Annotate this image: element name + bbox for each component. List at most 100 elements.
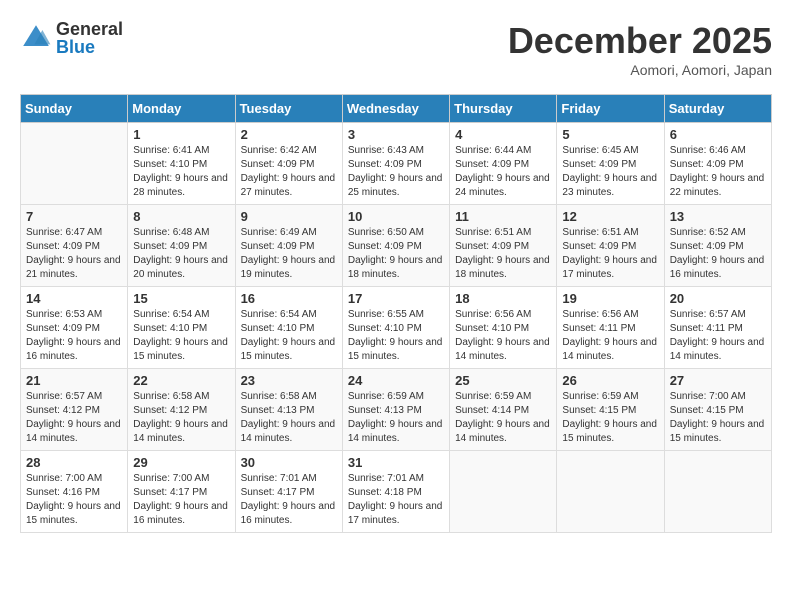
day-info: Sunrise: 6:56 AMSunset: 4:10 PMDaylight:… — [455, 308, 551, 364]
calendar-cell — [450, 451, 557, 533]
calendar-cell: 8 Sunrise: 6:48 AMSunset: 4:09 PMDaylight… — [128, 205, 235, 287]
logo-blue: Blue — [56, 38, 123, 56]
day-info: Sunrise: 6:58 AMSunset: 4:13 PMDaylight:… — [241, 390, 337, 446]
calendar-cell: 31Sunrise: 7:01 AMSunset: 4:18 PMDayligh… — [342, 451, 449, 533]
calendar-cell: 24Sunrise: 6:59 AMSunset: 4:13 PMDayligh… — [342, 369, 449, 451]
calendar-cell — [557, 451, 664, 533]
calendar-table: SundayMondayTuesdayWednesdayThursdayFrid… — [20, 94, 772, 533]
day-number: 20 — [670, 291, 766, 306]
day-info: Sunrise: 6:43 AMSunset: 4:09 PMDaylight:… — [348, 144, 444, 200]
calendar-week-row: 7 Sunrise: 6:47 AMSunset: 4:09 PMDaylight… — [21, 205, 772, 287]
calendar-cell: 27 Sunrise: 7:00 AMSunset: 4:15 PMDayligh… — [664, 369, 771, 451]
day-number: 16 — [241, 291, 337, 306]
day-number: 23 — [241, 373, 337, 388]
day-number: 5 — [562, 127, 658, 142]
calendar-cell: 2Sunrise: 6:42 AMSunset: 4:09 PMDaylight… — [235, 123, 342, 205]
page-header: General Blue December 2025 Aomori, Aomor… — [20, 20, 772, 78]
day-info: Sunrise: 6:59 AMSunset: 4:14 PMDaylight:… — [455, 390, 551, 446]
calendar-cell: 25 Sunrise: 6:59 AMSunset: 4:14 PMDayligh… — [450, 369, 557, 451]
day-info: Sunrise: 6:57 AMSunset: 4:12 PMDaylight:… — [26, 390, 122, 446]
calendar-cell: 29 Sunrise: 7:00 AMSunset: 4:17 PMDayligh… — [128, 451, 235, 533]
day-number: 17 — [348, 291, 444, 306]
day-info: Sunrise: 6:51 AMSunset: 4:09 PMDaylight:… — [562, 226, 658, 282]
day-info: Sunrise: 6:54 AMSunset: 4:10 PMDaylight:… — [241, 308, 337, 364]
day-info: Sunrise: 7:00 AMSunset: 4:15 PMDaylight:… — [670, 390, 766, 446]
day-info: Sunrise: 6:57 AMSunset: 4:11 PMDaylight:… — [670, 308, 766, 364]
day-info: Sunrise: 6:51 AMSunset: 4:09 PMDaylight:… — [455, 226, 551, 282]
weekday-header: Thursday — [450, 95, 557, 123]
day-number: 9 — [241, 209, 337, 224]
weekday-header: Tuesday — [235, 95, 342, 123]
calendar-week-row: 28 Sunrise: 7:00 AMSunset: 4:16 PMDayligh… — [21, 451, 772, 533]
day-number: 13 — [670, 209, 766, 224]
calendar-cell: 7 Sunrise: 6:47 AMSunset: 4:09 PMDaylight… — [21, 205, 128, 287]
calendar-cell: 17 Sunrise: 6:55 AMSunset: 4:10 PMDayligh… — [342, 287, 449, 369]
day-info: Sunrise: 6:48 AMSunset: 4:09 PMDaylight:… — [133, 226, 229, 282]
logo: General Blue — [20, 20, 123, 56]
day-number: 26 — [562, 373, 658, 388]
day-info: Sunrise: 6:52 AMSunset: 4:09 PMDaylight:… — [670, 226, 766, 282]
day-info: Sunrise: 7:00 AMSunset: 4:17 PMDaylight:… — [133, 472, 229, 528]
day-number: 3 — [348, 127, 444, 142]
day-number: 8 — [133, 209, 229, 224]
calendar-cell: 12 Sunrise: 6:51 AMSunset: 4:09 PMDayligh… — [557, 205, 664, 287]
weekday-header: Friday — [557, 95, 664, 123]
day-number: 29 — [133, 455, 229, 470]
day-info: Sunrise: 6:47 AMSunset: 4:09 PMDaylight:… — [26, 226, 122, 282]
month-title: December 2025 — [508, 20, 772, 62]
day-info: Sunrise: 6:44 AMSunset: 4:09 PMDaylight:… — [455, 144, 551, 200]
calendar-cell: 20 Sunrise: 6:57 AMSunset: 4:11 PMDayligh… — [664, 287, 771, 369]
calendar-cell: 4 Sunrise: 6:44 AMSunset: 4:09 PMDaylight… — [450, 123, 557, 205]
day-info: Sunrise: 6:56 AMSunset: 4:11 PMDaylight:… — [562, 308, 658, 364]
calendar-week-row: 21 Sunrise: 6:57 AMSunset: 4:12 PMDayligh… — [21, 369, 772, 451]
day-number: 24 — [348, 373, 444, 388]
calendar-cell: 30 Sunrise: 7:01 AMSunset: 4:17 PMDayligh… — [235, 451, 342, 533]
calendar-week-row: 14 Sunrise: 6:53 AMSunset: 4:09 PMDayligh… — [21, 287, 772, 369]
day-number: 6 — [670, 127, 766, 142]
calendar-cell: 16 Sunrise: 6:54 AMSunset: 4:10 PMDayligh… — [235, 287, 342, 369]
calendar-cell: 5Sunrise: 6:45 AMSunset: 4:09 PMDaylight… — [557, 123, 664, 205]
day-number: 14 — [26, 291, 122, 306]
calendar-cell — [21, 123, 128, 205]
logo-icon — [20, 22, 52, 54]
calendar-cell: 3 Sunrise: 6:43 AMSunset: 4:09 PMDaylight… — [342, 123, 449, 205]
day-number: 11 — [455, 209, 551, 224]
day-number: 22 — [133, 373, 229, 388]
calendar-cell: 14 Sunrise: 6:53 AMSunset: 4:09 PMDayligh… — [21, 287, 128, 369]
calendar-cell: 13 Sunrise: 6:52 AMSunset: 4:09 PMDayligh… — [664, 205, 771, 287]
day-number: 21 — [26, 373, 122, 388]
day-number: 10 — [348, 209, 444, 224]
day-info: Sunrise: 6:41 AMSunset: 4:10 PMDaylight:… — [133, 144, 229, 200]
weekday-header: Sunday — [21, 95, 128, 123]
day-info: Sunrise: 6:53 AMSunset: 4:09 PMDaylight:… — [26, 308, 122, 364]
calendar-cell: 21 Sunrise: 6:57 AMSunset: 4:12 PMDayligh… — [21, 369, 128, 451]
calendar-cell: 23 Sunrise: 6:58 AMSunset: 4:13 PMDayligh… — [235, 369, 342, 451]
day-number: 18 — [455, 291, 551, 306]
calendar-cell: 11 Sunrise: 6:51 AMSunset: 4:09 PMDayligh… — [450, 205, 557, 287]
day-info: Sunrise: 7:00 AMSunset: 4:16 PMDaylight:… — [26, 472, 122, 528]
day-number: 25 — [455, 373, 551, 388]
day-info: Sunrise: 6:54 AMSunset: 4:10 PMDaylight:… — [133, 308, 229, 364]
day-number: 2 — [241, 127, 337, 142]
calendar-cell: 28 Sunrise: 7:00 AMSunset: 4:16 PMDayligh… — [21, 451, 128, 533]
calendar-cell: 22 Sunrise: 6:58 AMSunset: 4:12 PMDayligh… — [128, 369, 235, 451]
calendar-cell — [664, 451, 771, 533]
day-number: 12 — [562, 209, 658, 224]
day-number: 30 — [241, 455, 337, 470]
calendar-week-row: 1 Sunrise: 6:41 AMSunset: 4:10 PMDaylight… — [21, 123, 772, 205]
weekday-header: Wednesday — [342, 95, 449, 123]
day-info: Sunrise: 6:59 AMSunset: 4:15 PMDaylight:… — [562, 390, 658, 446]
calendar-cell: 1 Sunrise: 6:41 AMSunset: 4:10 PMDaylight… — [128, 123, 235, 205]
weekday-header: Saturday — [664, 95, 771, 123]
calendar-cell: 6Sunrise: 6:46 AMSunset: 4:09 PMDaylight… — [664, 123, 771, 205]
calendar-header-row: SundayMondayTuesdayWednesdayThursdayFrid… — [21, 95, 772, 123]
day-info: Sunrise: 6:58 AMSunset: 4:12 PMDaylight:… — [133, 390, 229, 446]
day-info: Sunrise: 7:01 AMSunset: 4:17 PMDaylight:… — [241, 472, 337, 528]
day-number: 4 — [455, 127, 551, 142]
day-number: 7 — [26, 209, 122, 224]
day-number: 27 — [670, 373, 766, 388]
calendar-cell: 19Sunrise: 6:56 AMSunset: 4:11 PMDayligh… — [557, 287, 664, 369]
day-info: Sunrise: 6:55 AMSunset: 4:10 PMDaylight:… — [348, 308, 444, 364]
day-number: 1 — [133, 127, 229, 142]
day-number: 28 — [26, 455, 122, 470]
